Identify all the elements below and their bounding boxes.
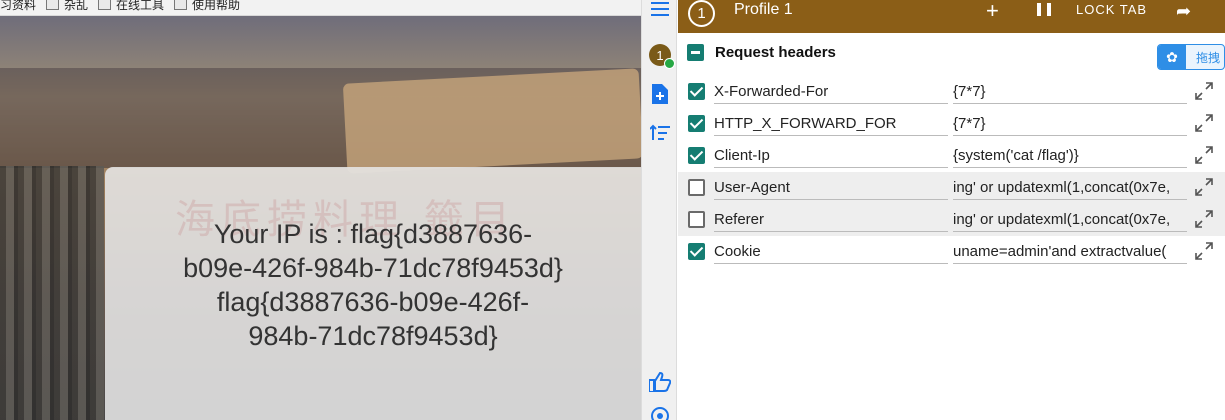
bookmarks-bar: 习资料 杂乱 在线工具 使用帮助	[0, 0, 641, 16]
share-icon[interactable]: ➦	[1176, 1, 1191, 22]
help-icon[interactable]	[642, 406, 678, 420]
screen: 习资料 杂乱 在线工具 使用帮助 海底捞料理 籤目 Your IP is : f…	[0, 0, 1225, 420]
header-rows: X-Forwarded-For {7*7} HTTP_X_FORWARD_FOR…	[678, 76, 1225, 268]
lock-tab-button[interactable]: LOCK TAB	[1076, 2, 1147, 17]
bookmark-item[interactable]: 在线工具	[98, 0, 164, 11]
folder-icon	[174, 0, 188, 10]
check-icon	[664, 58, 675, 69]
roof-area	[0, 16, 641, 68]
header-row: User-Agent ing' or updatexml(1,concat(0x…	[678, 172, 1225, 204]
header-name-input[interactable]: Client-Ip	[714, 144, 948, 168]
add-file-icon[interactable]	[642, 82, 678, 106]
bookmark-item[interactable]: 使用帮助	[174, 0, 240, 11]
header-row: Referer ing' or updatexml(1,concat(0x7e,	[678, 204, 1225, 236]
profile-name[interactable]: Profile 1	[734, 1, 793, 19]
ip-line: b09e-426f-984b-71dc78f9453d}	[183, 253, 563, 283]
header-name-input[interactable]: X-Forwarded-For	[714, 80, 948, 104]
bookmark-label: 杂乱	[64, 0, 89, 12]
header-enabled-checkbox[interactable]	[688, 243, 705, 260]
header-row: X-Forwarded-For {7*7}	[678, 76, 1225, 108]
paw-icon: ✿	[1158, 45, 1186, 69]
add-icon[interactable]: +	[986, 0, 999, 22]
header-value-input[interactable]: {7*7}	[953, 80, 1187, 104]
baidu-translate-button[interactable]: ✿ 拖拽	[1157, 44, 1225, 70]
expand-icon[interactable]	[1194, 241, 1214, 261]
bookmark-item[interactable]: 杂乱	[46, 0, 88, 11]
header-row: HTTP_X_FORWARD_FOR {7*7}	[678, 108, 1225, 140]
folder-icon	[98, 0, 112, 10]
building-pillar	[0, 166, 104, 420]
sort-icon[interactable]	[642, 122, 678, 144]
header-name-input[interactable]: User-Agent	[714, 176, 948, 200]
header-enabled-checkbox[interactable]	[688, 179, 705, 196]
header-enabled-checkbox[interactable]	[688, 147, 705, 164]
header-name-input[interactable]: Cookie	[714, 240, 948, 264]
baidu-label: 拖拽	[1196, 50, 1221, 65]
header-value-input[interactable]: ing' or updatexml(1,concat(0x7e,	[953, 176, 1187, 200]
modheader-panel: 1 Profile 1 + LOCK TAB ➦ Request headers…	[678, 0, 1225, 420]
ip-message: Your IP is : flag{d3887636- b09e-426f-98…	[105, 217, 641, 353]
header-name-input[interactable]: Referer	[714, 208, 948, 232]
wooden-sign	[342, 68, 641, 174]
ip-line: 984b-71dc78f9453d}	[248, 321, 498, 351]
header-value-input[interactable]: uname=admin'and extractvalue(	[953, 240, 1187, 264]
header-row: Cookie uname=admin'and extractvalue(	[678, 236, 1225, 268]
ip-panel: 海底捞料理 籤目 Your IP is : flag{d3887636- b09…	[105, 167, 641, 420]
bookmark-label: 习资料	[0, 0, 37, 12]
header-value-input[interactable]: ing' or updatexml(1,concat(0x7e,	[953, 208, 1187, 232]
avatar-number: 1	[656, 47, 664, 63]
collapse-toggle[interactable]	[687, 44, 704, 61]
expand-icon[interactable]	[1194, 81, 1214, 101]
bookmark-label: 使用帮助	[192, 0, 241, 12]
thumbs-up-icon[interactable]	[642, 370, 678, 394]
header-enabled-checkbox[interactable]	[688, 115, 705, 132]
avatar: 1	[649, 44, 675, 69]
pause-icon[interactable]	[1037, 3, 1051, 16]
profile-number-badge[interactable]: 1	[688, 0, 715, 27]
modheader-sidebar: 1	[641, 0, 677, 420]
request-headers-section: Request headers	[678, 40, 1225, 66]
bookmark-label: 在线工具	[116, 0, 165, 12]
expand-icon[interactable]	[1194, 209, 1214, 229]
expand-icon[interactable]	[1194, 113, 1214, 133]
header-name-input[interactable]: HTTP_X_FORWARD_FOR	[714, 112, 948, 136]
header-value-input[interactable]: {system('cat /flag')}	[953, 144, 1187, 168]
folder-icon	[46, 0, 60, 10]
section-title: Request headers	[715, 44, 836, 61]
profile-avatar[interactable]: 1	[642, 42, 678, 69]
web-page: 习资料 杂乱 在线工具 使用帮助 海底捞料理 籤目 Your IP is : f…	[0, 0, 641, 420]
expand-icon[interactable]	[1194, 145, 1214, 165]
ip-line: Your IP is : flag{d3887636-	[213, 219, 533, 249]
profile-topbar: 1 Profile 1 + LOCK TAB ➦	[678, 0, 1225, 33]
ip-line: flag{d3887636-b09e-426f-	[216, 287, 530, 317]
menu-icon[interactable]	[642, 0, 678, 18]
bookmark-item[interactable]: 习资料	[0, 0, 36, 11]
header-enabled-checkbox[interactable]	[688, 83, 705, 100]
header-enabled-checkbox[interactable]	[688, 211, 705, 228]
header-row: Client-Ip {system('cat /flag')}	[678, 140, 1225, 172]
expand-icon[interactable]	[1194, 177, 1214, 197]
header-value-input[interactable]: {7*7}	[953, 112, 1187, 136]
